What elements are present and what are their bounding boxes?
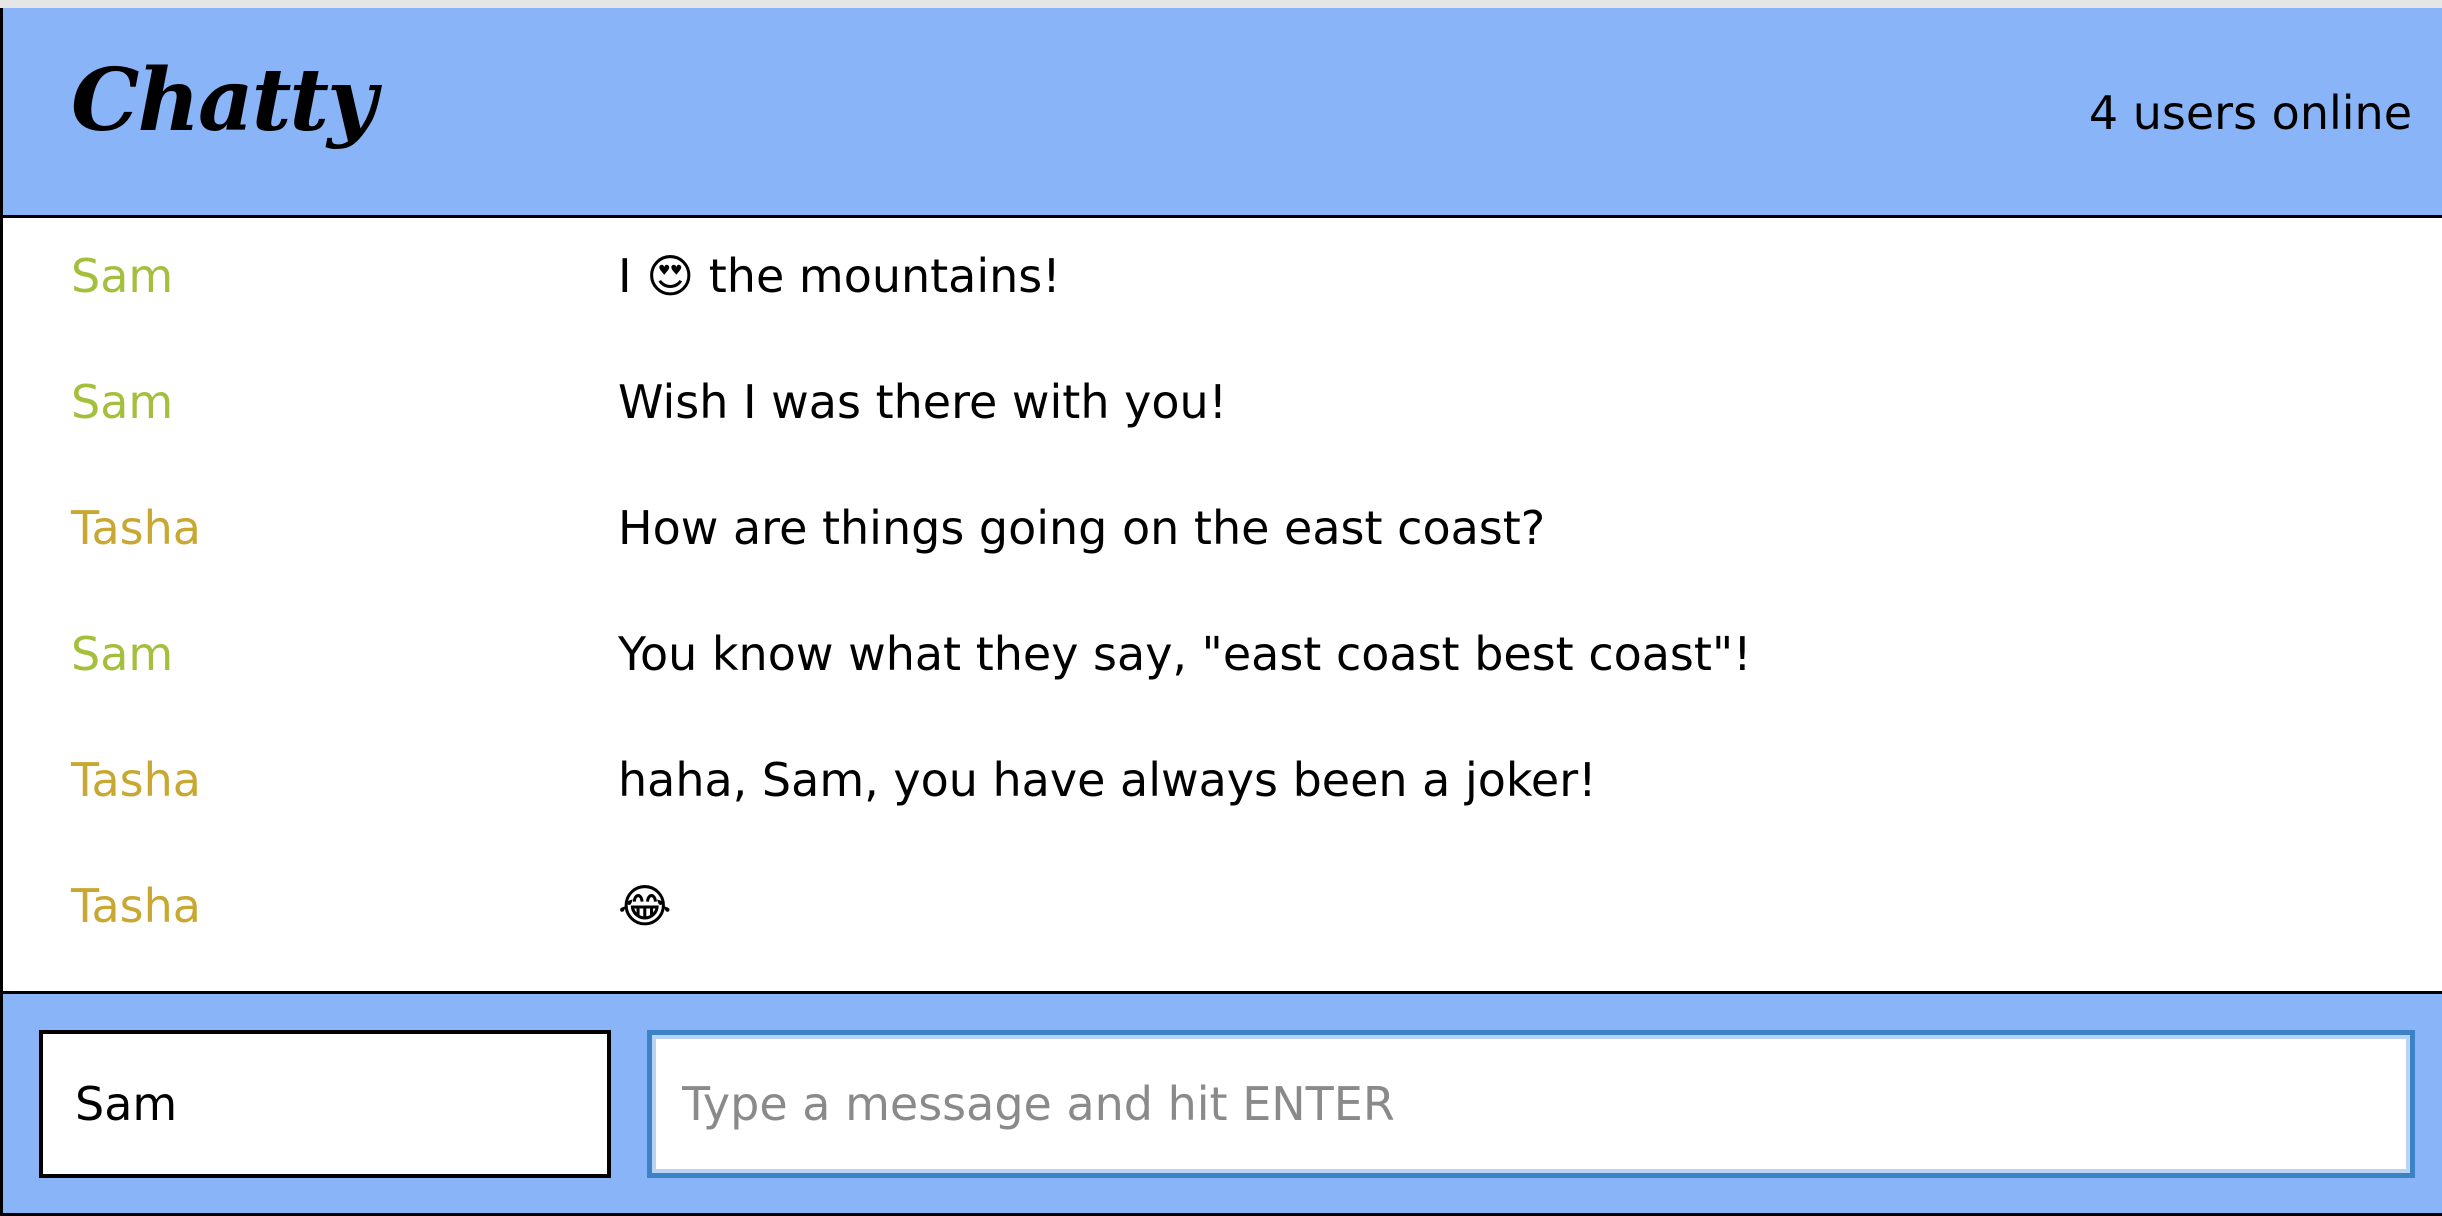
message-content: You know what they say, "east coast best… <box>618 627 1752 681</box>
message-row: Tasha How are things going on the east c… <box>3 470 2442 596</box>
message-username: Tasha <box>71 753 201 807</box>
message-username: Tasha <box>71 879 201 933</box>
message-content: I 😍 the mountains! <box>618 249 1061 303</box>
brand-logo[interactable]: Chatty <box>71 58 377 144</box>
message-row: Sam You know what they say, "east coast … <box>3 596 2442 722</box>
message-username: Tasha <box>71 501 201 555</box>
message-username: Sam <box>71 627 174 681</box>
message-username: Sam <box>71 375 174 429</box>
username-input[interactable] <box>39 1030 611 1178</box>
message-row: Sam Wish I was there with you! <box>3 344 2442 470</box>
message-row: Tasha 😂 <box>3 848 2442 974</box>
message-input[interactable] <box>647 1030 2415 1178</box>
message-row: Sam I 😍 the mountains! <box>3 218 2442 344</box>
navbar: Chatty 4 users online <box>3 8 2442 218</box>
message-content: haha, Sam, you have always been a joker! <box>618 753 1597 807</box>
message-content: 😂 <box>618 879 672 933</box>
message-row: Tasha haha, Sam, you have always been a … <box>3 722 2442 848</box>
message-list: Sam I 😍 the mountains! Sam Wish I was th… <box>3 218 2442 998</box>
message-content: How are things going on the east coast? <box>618 501 1546 555</box>
message-content: Wish I was there with you! <box>618 375 1228 429</box>
chatbar <box>3 991 2442 1216</box>
message-username: Sam <box>71 249 174 303</box>
chat-app: Chatty 4 users online Sam I 😍 the mounta… <box>0 8 2442 1216</box>
online-user-count: 4 users online <box>2088 86 2412 140</box>
